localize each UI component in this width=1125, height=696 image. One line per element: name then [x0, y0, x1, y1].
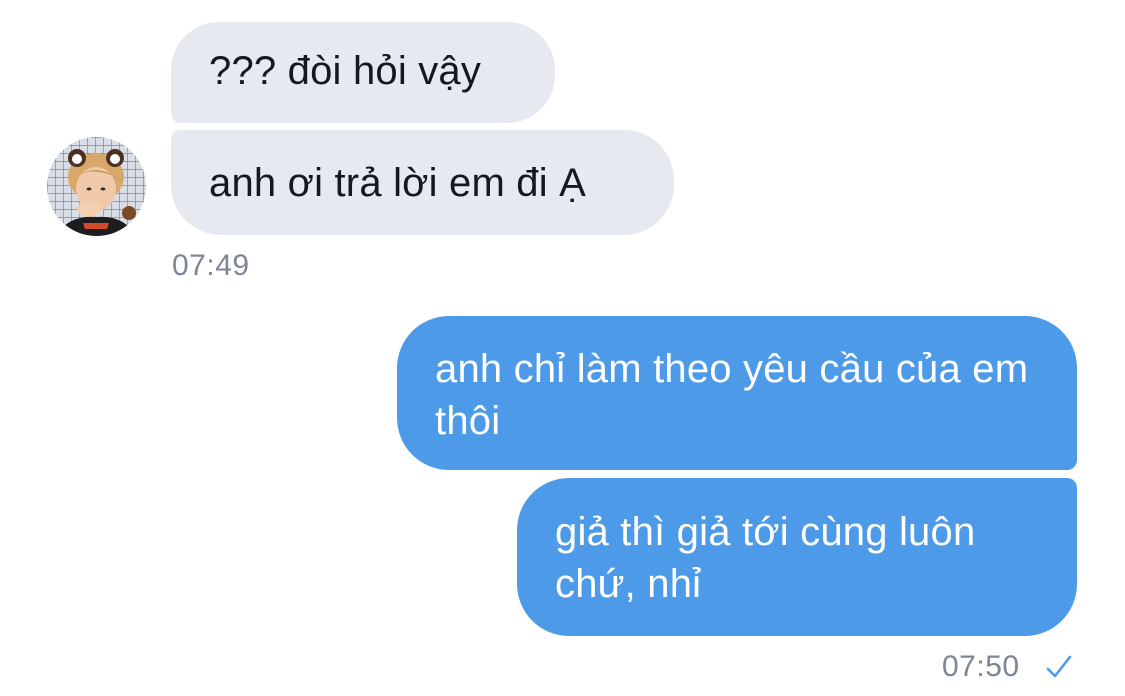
avatar-image	[47, 137, 146, 236]
message-text: giả thì giả tới cùng luôn chứ, nhỉ	[555, 510, 976, 606]
message-text: ??? đòi hỏi vậy	[209, 49, 482, 93]
message-timestamp: 07:50	[942, 650, 1020, 683]
incoming-message-bubble[interactable]: ??? đòi hỏi vậy	[171, 22, 555, 123]
message-timestamp: 07:49	[172, 249, 250, 282]
message-text: anh ơi trả lời em đi Ạ	[209, 161, 586, 205]
outgoing-message-bubble[interactable]: giả thì giả tới cùng luôn chứ, nhỉ	[517, 478, 1077, 636]
contact-avatar[interactable]	[47, 137, 146, 236]
outgoing-message-bubble[interactable]: anh chỉ làm theo yêu cầu của em thôi	[397, 316, 1077, 470]
message-text: anh chỉ làm theo yêu cầu của em thôi	[435, 347, 1029, 443]
incoming-message-bubble[interactable]: anh ơi trả lời em đi Ạ	[171, 130, 674, 235]
check-icon	[1046, 655, 1072, 678]
